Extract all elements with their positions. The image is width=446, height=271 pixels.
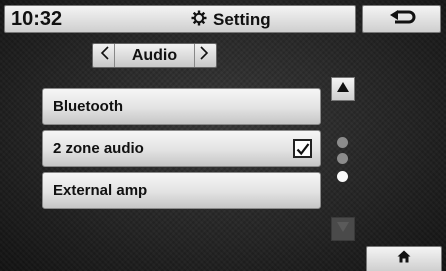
page-indicator-dot-2 (337, 153, 348, 164)
2-zone-audio-checkbox[interactable] (293, 139, 312, 158)
back-button[interactable] (362, 5, 441, 33)
scroll-up-button[interactable] (331, 77, 355, 101)
home-button[interactable] (366, 246, 442, 271)
back-arrow-icon (387, 9, 417, 30)
header-bar: 10:32 Setting (4, 5, 441, 33)
list-item-bluetooth[interactable]: Bluetooth (42, 88, 321, 125)
chevron-left-icon (100, 45, 110, 66)
clock: 10:32 (11, 8, 63, 30)
checkmark-icon (296, 142, 309, 155)
category-prev-button[interactable] (96, 44, 115, 67)
title-area: Setting (191, 9, 271, 31)
category-label: Audio (131, 47, 178, 64)
page-indicator-dot-3-active (337, 171, 348, 182)
home-icon (397, 250, 411, 268)
list-item-external-amp[interactable]: External amp (42, 172, 321, 209)
gear-icon (191, 10, 207, 31)
page-indicator-dot-1 (337, 137, 348, 148)
list-item-label: 2 zone audio (53, 140, 144, 157)
list-item-label: External amp (53, 182, 148, 199)
status-bar: 10:32 Setting (4, 5, 356, 33)
chevron-right-icon (199, 45, 209, 66)
settings-screen: 10:32 Setting Audio Bluetooth 2 zone aud… (0, 0, 446, 271)
triangle-down-icon (336, 220, 350, 238)
triangle-up-icon (336, 80, 350, 98)
list-item-label: Bluetooth (53, 98, 123, 115)
category-selector: Audio (92, 43, 217, 68)
category-next-button[interactable] (194, 44, 213, 67)
page-title: Setting (213, 10, 271, 29)
scroll-down-button[interactable] (331, 217, 355, 241)
list-item-2-zone-audio[interactable]: 2 zone audio (42, 130, 321, 167)
